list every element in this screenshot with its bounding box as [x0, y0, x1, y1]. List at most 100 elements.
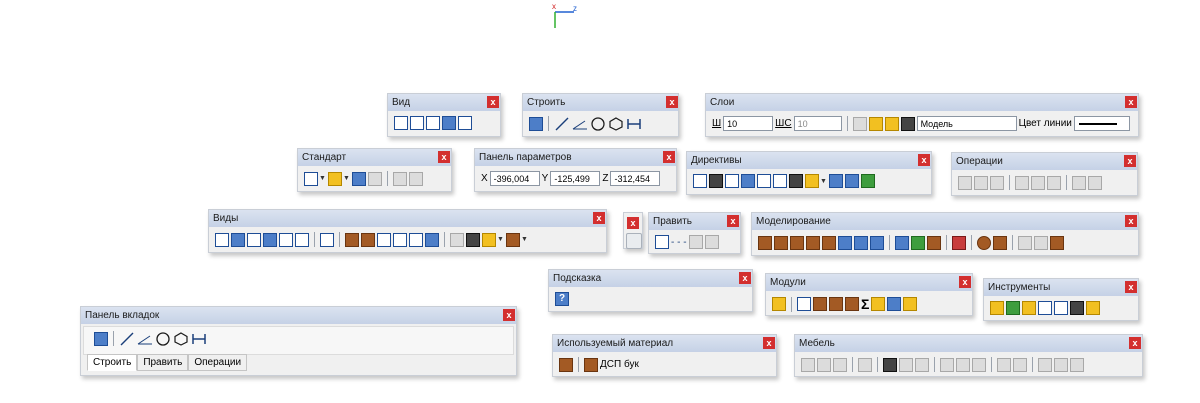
materials-icon[interactable] — [505, 232, 520, 247]
layers-manager-icon[interactable] — [852, 116, 867, 131]
y-coordinate-field[interactable]: -125,499 — [550, 171, 601, 186]
ortho-icon[interactable] — [725, 174, 739, 188]
panel-operations-titlebar[interactable]: Операции — [952, 153, 1137, 170]
book-icon[interactable] — [1070, 301, 1084, 315]
panel-modules-titlebar[interactable]: Модули — [766, 274, 972, 291]
panel-hint-close-button[interactable]: x — [739, 272, 751, 284]
tab-operations[interactable]: Операции — [188, 354, 248, 371]
polygon-icon[interactable] — [173, 331, 189, 346]
drill-icon[interactable] — [829, 297, 843, 311]
group-icon[interactable] — [1072, 175, 1086, 190]
section-icon[interactable] — [1050, 235, 1064, 250]
orbit-icon[interactable] — [320, 232, 334, 247]
snap-point-icon[interactable] — [693, 174, 707, 188]
open-folder-icon[interactable] — [327, 171, 342, 186]
table-icon[interactable] — [1022, 301, 1036, 315]
angle-line-icon[interactable] — [137, 332, 153, 346]
edge-band-3-icon[interactable] — [915, 357, 929, 372]
chevron-down-icon[interactable]: ▼ — [820, 178, 827, 185]
panel-operations-close-button[interactable]: x — [1124, 155, 1136, 167]
profile-icon[interactable] — [895, 235, 909, 250]
hidden-line-icon[interactable] — [393, 232, 407, 247]
eye-icon[interactable] — [887, 297, 902, 311]
furniture-5-icon[interactable] — [940, 357, 954, 372]
panel-build-titlebar[interactable]: Строить — [523, 94, 678, 111]
view-back-icon[interactable] — [231, 232, 245, 247]
panel-tools-titlebar[interactable]: Инструменты — [984, 279, 1138, 296]
shaded-icon[interactable] — [345, 232, 359, 247]
cube-snap-icon[interactable] — [860, 174, 875, 188]
zoom-extents-icon[interactable] — [410, 116, 424, 130]
furniture-9-icon[interactable] — [1013, 357, 1027, 372]
ws-select[interactable]: 10 — [793, 116, 842, 131]
panel-material-close-button[interactable]: x — [763, 337, 775, 349]
panel-build-close-button[interactable]: x — [666, 96, 678, 108]
break-line-icon[interactable]: - - - — [671, 237, 687, 248]
view-iso-icon[interactable] — [295, 232, 309, 247]
view-top-icon[interactable] — [279, 232, 293, 247]
tab-build[interactable]: Строить — [87, 354, 138, 371]
panel-hint-titlebar[interactable]: Подсказка — [549, 270, 752, 287]
curved-panel-icon[interactable] — [927, 235, 941, 250]
undo-icon[interactable] — [392, 171, 407, 186]
zoom-magnifier-icon[interactable] — [442, 116, 456, 130]
search-doc-icon[interactable] — [1054, 301, 1068, 315]
panel-parameters-titlebar[interactable]: Панель параметров — [475, 149, 676, 166]
chevron-down-icon[interactable]: ▼ — [497, 236, 504, 243]
dimension-icon[interactable] — [191, 332, 207, 346]
light-bulb-icon[interactable] — [482, 232, 496, 247]
panel-layers-close-button[interactable]: x — [1125, 96, 1137, 108]
snap-object-icon[interactable] — [789, 174, 803, 188]
list-icon[interactable] — [1038, 301, 1052, 315]
line-icon[interactable] — [554, 117, 570, 131]
circle-icon[interactable] — [155, 331, 171, 346]
furniture-4-icon[interactable] — [858, 357, 872, 372]
copy-op-icon[interactable] — [1031, 175, 1045, 190]
wire-box-icon[interactable] — [409, 232, 423, 247]
ungroup-icon[interactable] — [1088, 175, 1102, 190]
material-library-icon[interactable] — [559, 357, 573, 372]
plank-icon[interactable] — [790, 235, 804, 250]
build-tool-icon[interactable] — [529, 116, 543, 131]
eraser-icon[interactable] — [1086, 301, 1100, 315]
chevron-down-icon[interactable]: ▼ — [343, 175, 350, 182]
edge-band-2-icon[interactable] — [899, 357, 913, 372]
extrude-icon[interactable] — [911, 235, 925, 250]
module-special-icon[interactable] — [903, 297, 918, 311]
scale-op-icon[interactable] — [990, 175, 1004, 190]
palette-icon[interactable] — [871, 297, 886, 311]
furniture-10-icon[interactable] — [1038, 357, 1052, 372]
lock-icon[interactable] — [884, 116, 899, 131]
circle-icon[interactable] — [590, 116, 606, 131]
panel-views-close-button[interactable]: x — [593, 212, 605, 224]
layer-select[interactable]: Модель — [916, 116, 1017, 131]
furniture-11-icon[interactable] — [1054, 357, 1068, 372]
frame-icon[interactable] — [838, 235, 852, 250]
mini-button[interactable] — [626, 233, 642, 249]
sphere-icon[interactable] — [977, 235, 991, 250]
split-view-icon[interactable] — [425, 232, 439, 247]
chevron-down-icon[interactable]: ▼ — [319, 175, 326, 182]
clock-icon[interactable] — [466, 232, 480, 247]
chevron-down-icon[interactable]: ▼ — [521, 236, 528, 243]
fillet-icon[interactable] — [704, 235, 719, 249]
panel-modules-close-button[interactable]: x — [959, 276, 971, 288]
move-op-icon[interactable] — [1047, 175, 1061, 190]
door-icon[interactable] — [813, 297, 827, 311]
camera-icon[interactable] — [450, 232, 464, 247]
snap-track-icon[interactable] — [773, 174, 787, 188]
x-coordinate-field[interactable]: -396,004 — [489, 171, 540, 186]
material-name[interactable]: ДСП бук — [600, 359, 639, 370]
solid-gray-2-icon[interactable] — [1034, 235, 1048, 250]
wireframe-icon[interactable] — [377, 232, 391, 247]
panel-modeling-close-button[interactable]: x — [1125, 215, 1137, 227]
view-refresh-icon[interactable] — [844, 174, 859, 188]
rotate-op-icon[interactable] — [974, 175, 988, 190]
redo-icon[interactable] — [408, 171, 423, 186]
polygon-icon[interactable] — [608, 116, 624, 131]
mirror-icon[interactable] — [958, 175, 972, 190]
module-folder-icon[interactable] — [772, 297, 786, 311]
grid-icon[interactable] — [709, 174, 723, 188]
panel-tools-close-button[interactable]: x — [1125, 281, 1137, 293]
scissors-icon[interactable] — [797, 297, 811, 311]
